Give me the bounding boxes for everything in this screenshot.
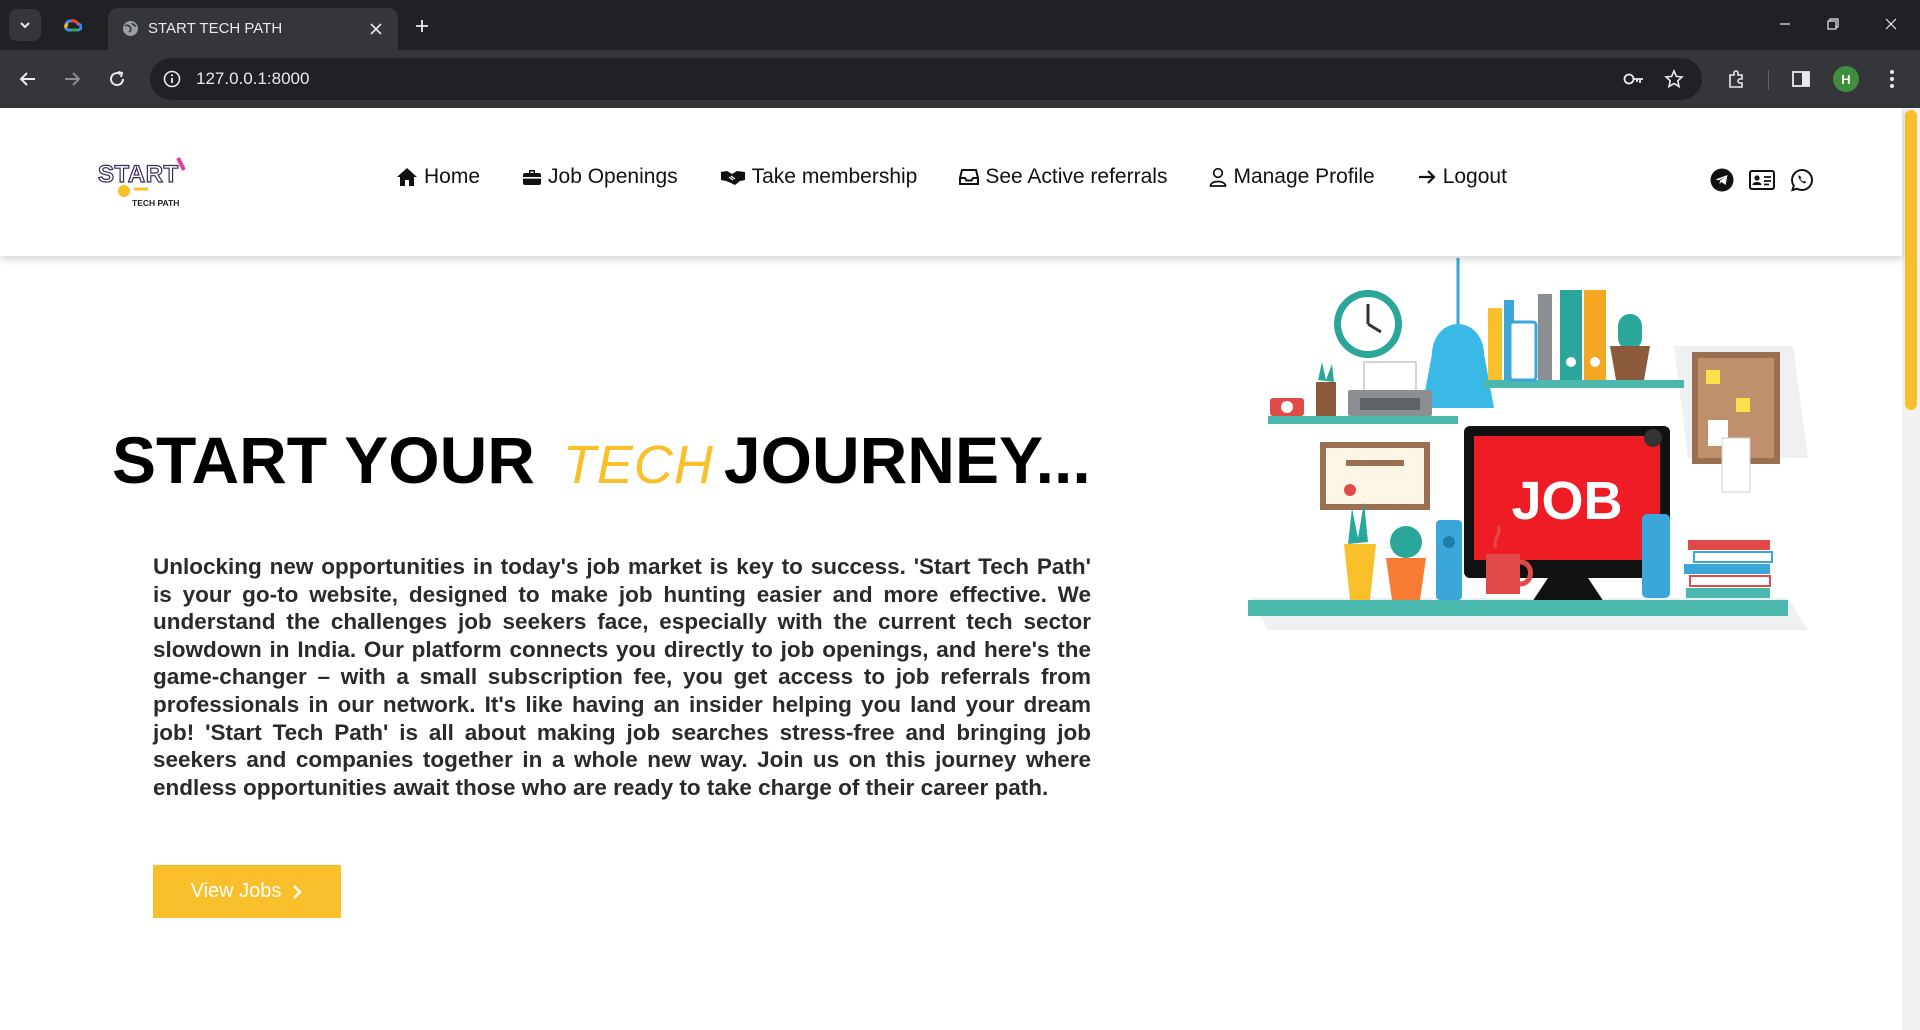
browser-menu-button[interactable]	[1876, 63, 1908, 95]
reload-icon	[110, 71, 125, 87]
home-icon	[397, 168, 417, 186]
reload-button[interactable]	[101, 63, 133, 95]
puzzle-icon	[1729, 70, 1743, 88]
minimize-icon	[1780, 23, 1790, 25]
arrow-right-icon	[65, 72, 81, 86]
restore-button[interactable]	[1810, 8, 1856, 40]
minimize-button[interactable]	[1762, 8, 1808, 40]
user-icon	[1210, 167, 1227, 187]
hero-description: Unlocking new opportunities in today's j…	[153, 554, 1091, 800]
forward-button[interactable]	[56, 63, 88, 95]
nav-logout[interactable]: Logout	[1417, 164, 1507, 190]
hero-title-start: START YOUR	[112, 423, 535, 497]
nav-job-openings[interactable]: Job Openings	[522, 164, 678, 190]
tab-title: START TECH PATH	[148, 20, 283, 37]
side-panel-button[interactable]	[1785, 63, 1817, 95]
nav-label: Job Openings	[548, 165, 678, 188]
start-tech-path-logo: START TECH PATH	[97, 157, 186, 208]
chevron-right-icon	[293, 884, 303, 899]
hero-title-highlight: TECH	[562, 435, 714, 495]
main-nav: Home Job Openings Take membership See Ac…	[396, 164, 1549, 190]
hero-title: START YOUR TECH JOURNEY...	[112, 420, 1091, 505]
restore-icon	[1827, 18, 1839, 30]
browser-tab[interactable]: START TECH PATH	[108, 8, 398, 50]
globe-icon	[123, 21, 138, 36]
nav-label: Logout	[1442, 165, 1507, 188]
arrow-left-icon	[19, 72, 35, 86]
site-logo[interactable]: START TECH PATH	[96, 156, 192, 212]
info-icon	[163, 70, 181, 88]
more-vertical-icon	[1890, 70, 1894, 88]
toolbar-divider	[1768, 70, 1769, 90]
nav-see-active-referrals[interactable]: See Active referrals	[959, 164, 1167, 190]
close-icon	[370, 23, 382, 35]
star-icon	[1664, 69, 1684, 89]
handshake-icon	[720, 171, 745, 185]
briefcase-icon	[523, 170, 542, 185]
svg-text:START: START	[98, 161, 179, 188]
nav-take-membership[interactable]: Take membership	[720, 164, 918, 190]
telegram-icon	[1710, 168, 1734, 192]
nav-label: Manage Profile	[1233, 165, 1375, 188]
bookmark-button[interactable]	[1662, 67, 1686, 91]
whatsapp-icon	[1791, 168, 1813, 192]
hero-title-end: JOURNEY...	[723, 423, 1091, 497]
google-cloud-icon	[64, 19, 82, 32]
site-header: START TECH PATH Home Job Openings Take m…	[0, 108, 1902, 256]
browser-toolbar: 127.0.0.1:8000	[0, 50, 1920, 108]
address-bar[interactable]: 127.0.0.1:8000	[150, 58, 1702, 100]
back-button[interactable]	[12, 63, 44, 95]
key-icon	[1623, 73, 1643, 85]
arrow-right-icon	[1418, 170, 1436, 184]
password-key-button[interactable]	[1622, 67, 1646, 91]
inbox-icon	[959, 169, 980, 185]
close-window-button[interactable]	[1868, 8, 1914, 40]
new-tab-button[interactable]	[408, 12, 436, 40]
svg-text:TECH PATH: TECH PATH	[132, 198, 179, 208]
whatsapp-link[interactable]	[1789, 167, 1815, 193]
plus-icon	[416, 20, 428, 32]
nav-label: Take membership	[751, 165, 918, 188]
nav-manage-profile[interactable]: Manage Profile	[1209, 164, 1375, 190]
telegram-link[interactable]	[1709, 167, 1735, 193]
extensions-button[interactable]	[1720, 63, 1752, 95]
nav-home[interactable]: Home	[396, 164, 480, 190]
nav-label: See Active referrals	[985, 165, 1168, 188]
browser-tab-bar: START TECH PATH	[0, 0, 1920, 50]
profile-avatar[interactable]: H	[1833, 66, 1859, 92]
view-jobs-label: View Jobs	[190, 880, 282, 902]
contact-card-icon	[1749, 170, 1775, 190]
side-panel-icon	[1792, 71, 1810, 87]
tab-close-button[interactable]	[364, 17, 388, 41]
illustration-job-text: JOB	[1511, 471, 1622, 531]
close-icon	[1885, 18, 1897, 30]
chevron-down-icon	[20, 22, 30, 29]
nav-label: Home	[424, 165, 481, 188]
url-text: 127.0.0.1:8000	[196, 69, 310, 88]
page-scrollbar-thumb[interactable]	[1905, 110, 1917, 410]
job-workspace-illustration: JOB	[1248, 258, 1808, 630]
view-jobs-button[interactable]: View Jobs	[153, 865, 341, 918]
site-info-button[interactable]	[160, 67, 184, 91]
contact-card-link[interactable]	[1749, 167, 1775, 193]
tab-search-button[interactable]	[9, 9, 41, 41]
